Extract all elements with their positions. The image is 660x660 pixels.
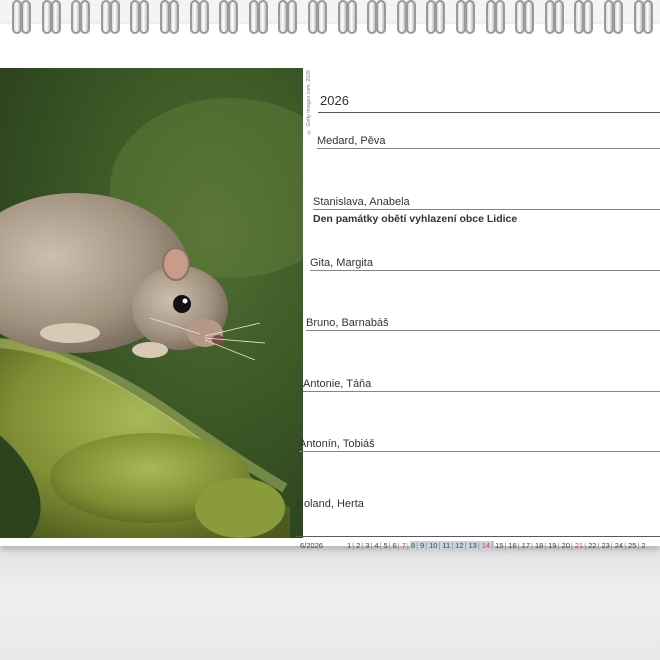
day-rule — [313, 209, 660, 210]
binding-ring — [80, 0, 91, 34]
day-rule — [310, 270, 660, 271]
month-day-number: 2 — [641, 541, 646, 550]
day-rule — [303, 391, 660, 392]
month-day-number: 13 — [467, 541, 481, 550]
day-row-5: Antonie, Táňa — [303, 378, 660, 398]
month-day-number: 12 — [454, 541, 468, 550]
year-rule — [318, 112, 660, 113]
binding-ring — [435, 0, 446, 34]
binding-ring — [317, 0, 327, 34]
calendar-page: © Getty Images.com, 2025 2026 Medard, Pě… — [0, 24, 660, 550]
binding-ring — [257, 0, 268, 34]
binding-ring — [405, 0, 416, 34]
month-day-number: 15 — [494, 541, 507, 550]
month-day-number: 17 — [521, 541, 534, 550]
month-day-number: 10 — [428, 541, 442, 550]
dormouse-photo — [0, 68, 303, 538]
day-row-7: Roland, Herta — [296, 498, 364, 518]
binding-ring — [139, 0, 150, 34]
month-day-number: 14 — [480, 541, 495, 550]
binding-ring — [109, 0, 120, 34]
month-day-number: 24 — [614, 541, 627, 550]
binding-ring — [198, 0, 209, 34]
day-row-3: Gita, Margita — [310, 257, 660, 277]
year-label: 2026 — [320, 93, 349, 108]
binding-ring — [553, 0, 564, 34]
binding-ring — [50, 0, 61, 34]
binding-ring — [169, 0, 179, 34]
name-day-label: Medard, Pěva — [317, 135, 386, 147]
binding-ring — [642, 0, 653, 34]
month-day-number: 23 — [600, 541, 613, 550]
day-row-1: Medard, Pěva — [317, 135, 660, 155]
month-day-number: 2 — [355, 541, 364, 550]
day-rule — [317, 148, 660, 149]
month-day-number: 19 — [547, 541, 560, 550]
month-day-number: 25 — [627, 541, 640, 550]
month-day-number: 6 — [392, 541, 401, 550]
month-day-number: 8 — [409, 541, 419, 550]
name-day-label: Antonín, Tobiáš — [299, 438, 375, 450]
month-day-number: 21 — [574, 541, 587, 550]
name-day-label: Gita, Margita — [310, 257, 373, 269]
desk-surface — [0, 548, 660, 660]
binding-ring — [524, 0, 535, 34]
month-day-number: 16 — [507, 541, 520, 550]
binding-ring — [287, 0, 298, 34]
month-day-number: 5 — [383, 541, 392, 550]
dormouse-illustration — [0, 68, 303, 538]
month-day-number: 4 — [373, 541, 382, 550]
spiral-binding — [0, 0, 660, 40]
month-day-number: 9 — [419, 541, 429, 550]
name-day-label: Antonie, Táňa — [303, 378, 372, 390]
binding-ring — [346, 0, 357, 34]
photo-credit: © Getty Images.com, 2025 — [306, 70, 312, 135]
month-day-number: 18 — [534, 541, 547, 550]
binding-ring — [228, 0, 239, 34]
month-day-number: 1 — [346, 541, 355, 550]
month-day-number: 7 — [401, 541, 410, 550]
day-row-2: Stanislava, Anabela Den památky obětí vy… — [313, 196, 660, 225]
holiday-label: Den památky obětí vyhlazení obce Lidice — [313, 213, 518, 225]
month-label: 6/2026 — [300, 541, 323, 550]
day-row-4: Bruno, Barnabáš — [306, 317, 660, 337]
binding-ring — [376, 0, 387, 34]
day-row-6: Antonín, Tobiáš — [299, 438, 660, 458]
month-overview-strip: 6/2026 123456789101112131415161718192021… — [296, 536, 660, 551]
month-day-number: 22 — [587, 541, 600, 550]
month-days-row: 1234567891011121314151617181920212223242… — [346, 541, 647, 550]
binding-ring — [465, 0, 475, 34]
name-day-label: Stanislava, Anabela — [313, 196, 410, 208]
binding-ring — [583, 0, 594, 34]
day-rule — [299, 451, 660, 452]
binding-ring — [21, 0, 31, 34]
binding-ring — [494, 0, 505, 34]
month-day-number: 3 — [364, 541, 373, 550]
month-day-number: 20 — [561, 541, 574, 550]
name-day-label: Roland, Herta — [296, 498, 364, 510]
binding-ring — [613, 0, 623, 34]
day-rule — [306, 330, 660, 331]
month-day-number: 11 — [441, 541, 455, 550]
name-day-label: Bruno, Barnabáš — [306, 317, 389, 329]
